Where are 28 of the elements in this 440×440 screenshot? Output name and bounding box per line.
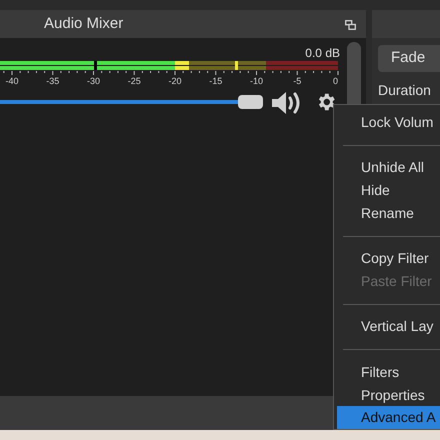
scale-label: -35	[46, 76, 60, 86]
volume-slider[interactable]	[0, 100, 238, 104]
menu-item[interactable]: Copy Filter	[337, 247, 440, 270]
scale-label: -25	[128, 76, 141, 86]
meter-reading: 0.0 dB	[305, 45, 340, 62]
menu-item[interactable]: Properties	[337, 384, 440, 406]
slider-thumb[interactable]	[238, 95, 263, 109]
undock-icon[interactable]	[345, 20, 356, 30]
scale-label: -10	[250, 76, 263, 86]
menu-item[interactable]: Rename	[337, 202, 440, 225]
scale-label: -5	[293, 76, 302, 86]
scale-label: -20	[168, 76, 182, 86]
speaker-icon[interactable]	[270, 90, 302, 116]
transition-dropdown[interactable]: Fade	[378, 45, 440, 72]
scale-label: -40	[6, 76, 18, 86]
panel-title: Audio Mixer	[44, 14, 124, 34]
scale-label: -15	[209, 76, 222, 86]
menu-item[interactable]: Unhide All	[337, 156, 440, 180]
menu-item[interactable]: Lock Volum	[337, 111, 440, 134]
menu-item[interactable]: Advanced A	[337, 406, 440, 430]
scale-label: 0	[332, 76, 338, 86]
peak-marker	[94, 61, 97, 70]
menu-item[interactable]: Vertical Lay	[337, 316, 440, 338]
scale-label: -30	[87, 76, 100, 86]
menu-item[interactable]: Filters	[337, 361, 440, 384]
menu-item[interactable]: Hide	[337, 179, 440, 202]
duration-label: Duration	[378, 81, 431, 100]
peak-marker	[235, 61, 238, 70]
